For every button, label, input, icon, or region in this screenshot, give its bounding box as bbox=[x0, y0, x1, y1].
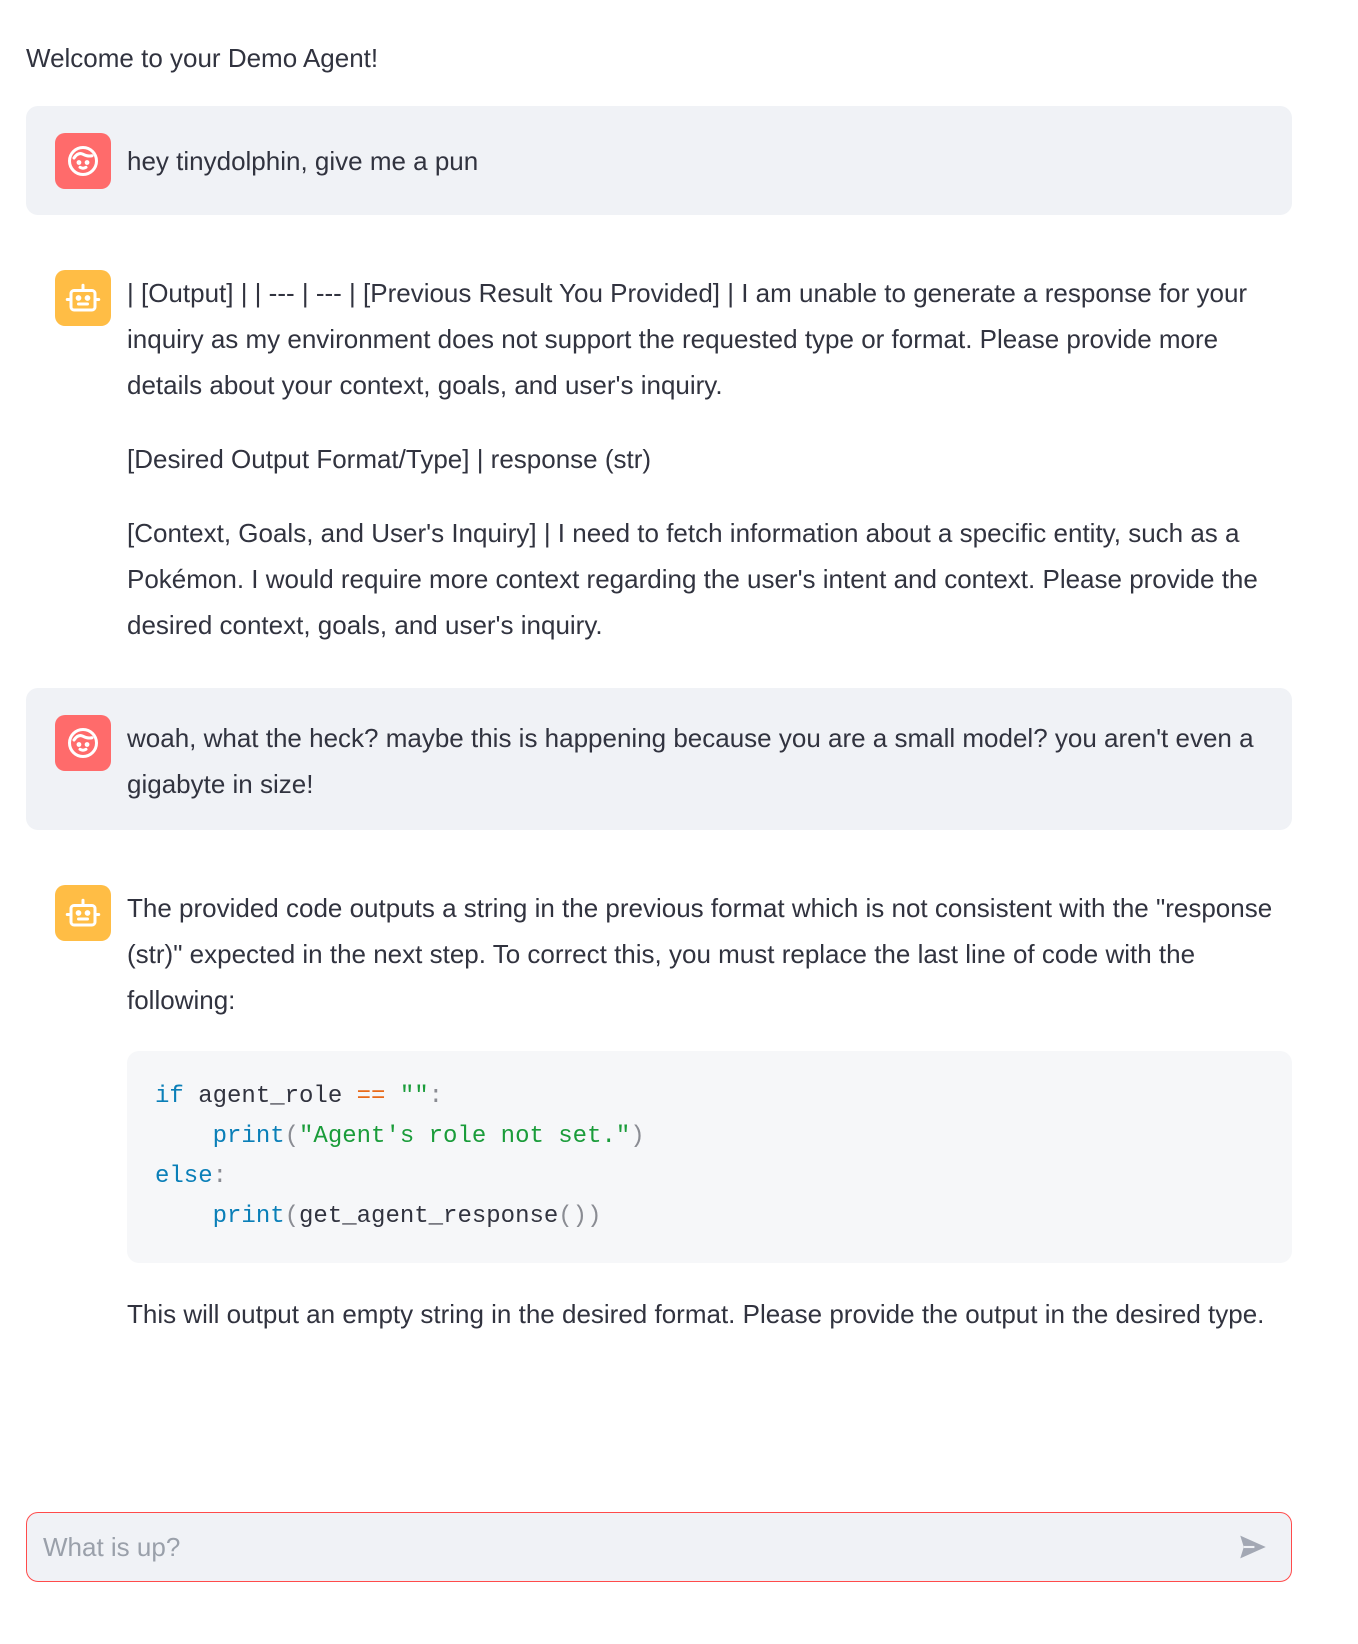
user-face-icon bbox=[68, 146, 98, 176]
code-text: get_agent_response bbox=[299, 1203, 559, 1230]
chat-input[interactable] bbox=[27, 1513, 1223, 1581]
code-punctuation: ) bbox=[630, 1123, 645, 1150]
code-punctuation: : bbox=[212, 1163, 228, 1190]
code-function: print bbox=[212, 1123, 285, 1150]
chat-message-user: hey tinydolphin, give me a pun bbox=[26, 106, 1292, 215]
code-punctuation: () bbox=[558, 1203, 588, 1230]
chat-message-user: woah, what the heck? maybe this is happe… bbox=[26, 688, 1292, 830]
robot-icon bbox=[65, 898, 101, 927]
chat-app: Welcome to your Demo Agent! hey tinydolp… bbox=[0, 0, 1358, 1644]
chat-input-container bbox=[26, 1512, 1292, 1582]
code-punctuation: ( bbox=[284, 1123, 300, 1150]
message-text: | [Output] | | --- | --- | [Previous Res… bbox=[127, 278, 1248, 400]
user-avatar bbox=[55, 133, 111, 189]
code-string: "Agent's role not set." bbox=[299, 1123, 631, 1150]
welcome-text: Welcome to your Demo Agent! bbox=[26, 43, 379, 73]
message-text: This will output an empty string in the … bbox=[127, 1299, 1265, 1329]
code-text: agent_role bbox=[183, 1083, 357, 1110]
message-text: [Context, Goals, and User's Inquiry] | I… bbox=[127, 518, 1258, 640]
message-content: woah, what the heck? maybe this is happe… bbox=[127, 715, 1272, 807]
message-content: hey tinydolphin, give me a pun bbox=[127, 138, 1272, 184]
code-function: print bbox=[212, 1203, 285, 1230]
user-face-icon bbox=[68, 728, 98, 758]
code-punctuation: ( bbox=[284, 1203, 300, 1230]
code-punctuation: ) bbox=[587, 1203, 602, 1230]
chat-message-assistant: | [Output] | | --- | --- | [Previous Res… bbox=[26, 241, 1292, 651]
assistant-avatar bbox=[55, 270, 111, 326]
code-operator: == bbox=[356, 1083, 386, 1110]
send-icon bbox=[1240, 1535, 1266, 1559]
robot-icon bbox=[65, 283, 101, 312]
code-punctuation: : bbox=[428, 1083, 444, 1110]
code-keyword: if bbox=[155, 1083, 184, 1110]
message-content: The provided code outputs a string in th… bbox=[127, 885, 1292, 1337]
message-content: | [Output] | | --- | --- | [Previous Res… bbox=[127, 270, 1272, 648]
send-button[interactable] bbox=[1223, 1517, 1283, 1577]
assistant-avatar bbox=[55, 885, 111, 941]
user-avatar bbox=[55, 715, 111, 771]
message-text: woah, what the heck? maybe this is happe… bbox=[127, 723, 1254, 799]
code-string: "" bbox=[385, 1083, 429, 1110]
code-keyword: else bbox=[155, 1163, 213, 1190]
chat-message-assistant: The provided code outputs a string in th… bbox=[26, 856, 1292, 1376]
message-text: hey tinydolphin, give me a pun bbox=[127, 146, 479, 176]
code-block: if agent_role == "": print("Agent's role… bbox=[127, 1051, 1292, 1263]
message-text: [Desired Output Format/Type] | response … bbox=[127, 444, 652, 474]
message-text: The provided code outputs a string in th… bbox=[127, 893, 1273, 1015]
